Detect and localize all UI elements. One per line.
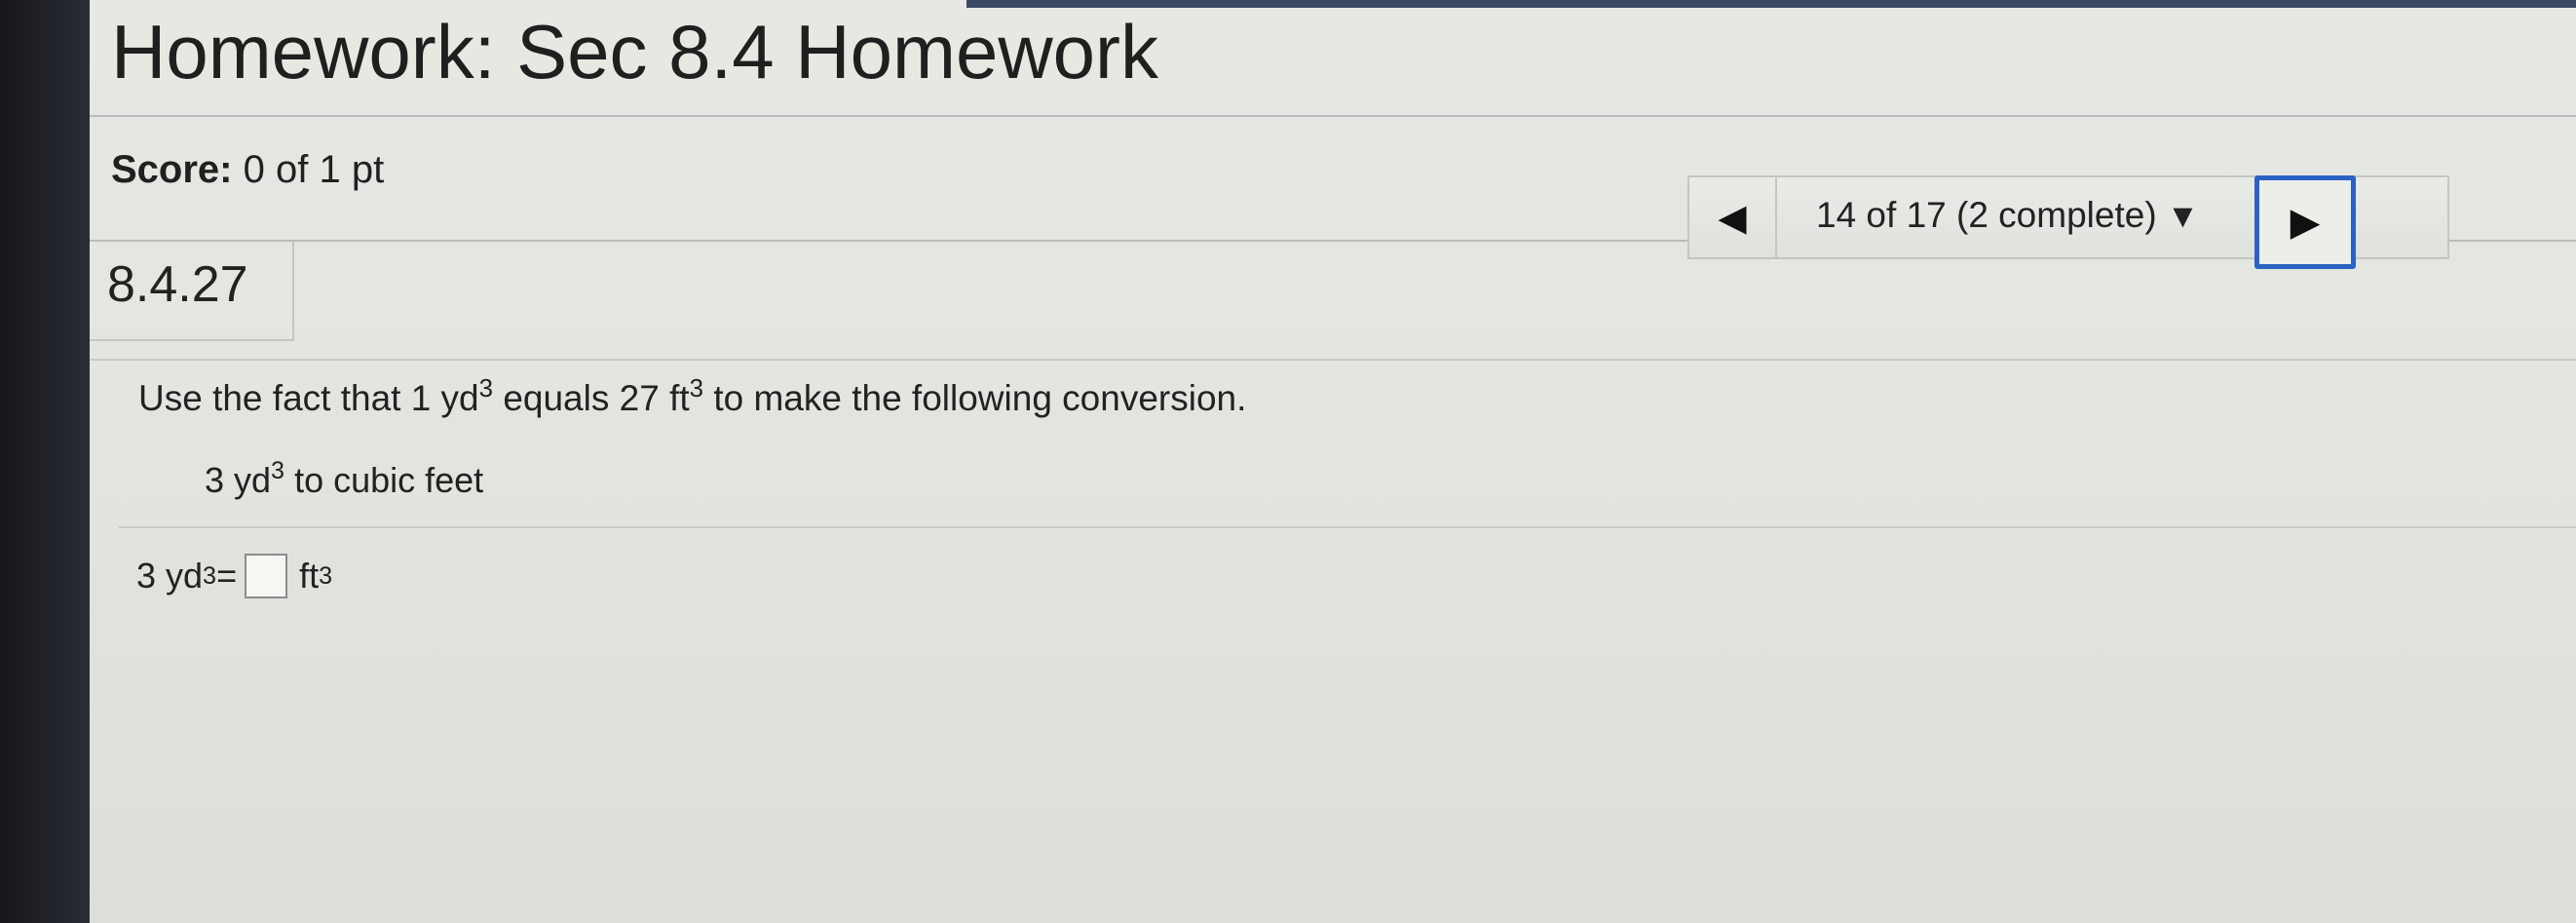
- page-title: Homework: Sec 8.4 Homework: [111, 9, 1159, 95]
- next-question-button[interactable]: ▶: [2254, 175, 2356, 269]
- question-progress-dropdown[interactable]: 14 of 17 (2 complete) ▼: [1816, 195, 2199, 236]
- homework-screen: Homework: Sec 8.4 Homework Score: 0 of 1…: [90, 0, 2576, 923]
- answer-lhs: 3 yd: [136, 556, 204, 596]
- score-label: Score:: [111, 148, 233, 191]
- triangle-right-icon: ▶: [2290, 201, 2321, 244]
- given-text: to cubic feet: [284, 460, 484, 500]
- question-divider: [90, 359, 2576, 361]
- next-question-wrap: ▶: [2254, 175, 2356, 269]
- question-number: 8.4.27: [107, 256, 248, 313]
- answer-input[interactable]: [245, 554, 288, 598]
- top-accent-bar: [966, 0, 2576, 8]
- score-value: 0 of 1 pt: [243, 148, 385, 191]
- triangle-down-icon: ▼: [2166, 198, 2200, 235]
- answer-divider: [119, 526, 2576, 528]
- triangle-left-icon: ◀: [1718, 197, 1747, 239]
- given-exponent: 3: [271, 457, 285, 485]
- answer-unit: ft: [299, 556, 320, 596]
- equals-sign: =: [216, 556, 238, 596]
- answer-row: 3 yd 3 = ft 3: [136, 554, 332, 598]
- previous-question-button[interactable]: ◀: [1689, 177, 1777, 257]
- question-instruction: Use the fact that 1 yd3 equals 27 ft3 to…: [138, 374, 1247, 419]
- instruction-text-2: equals 27 ft: [493, 378, 690, 418]
- instruction-exponent-1: 3: [478, 374, 494, 403]
- score-display: Score: 0 of 1 pt: [111, 148, 384, 192]
- given-quantity: 3 yd3 to cubic feet: [205, 457, 484, 501]
- instruction-text-3: to make the following conversion.: [703, 378, 1247, 418]
- progress-text: 14 of 17 (2 complete): [1816, 195, 2157, 235]
- instruction-exponent-2: 3: [689, 374, 704, 403]
- instruction-text-1: Use the fact that 1 yd: [138, 378, 479, 418]
- screen-bezel: [0, 0, 90, 923]
- title-divider: [90, 115, 2576, 117]
- given-value: 3 yd: [205, 460, 272, 500]
